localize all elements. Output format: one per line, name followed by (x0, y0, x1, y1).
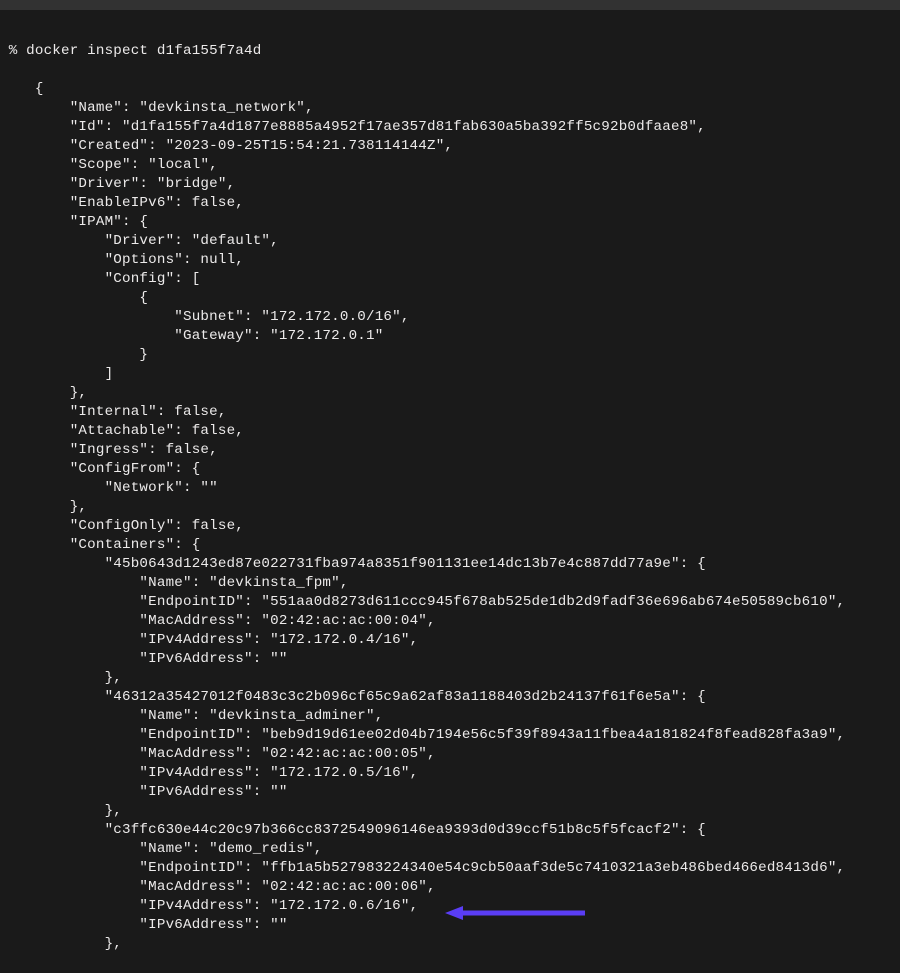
container-3-mac: 02:42:ac:ac:00:06 (270, 879, 418, 895)
container-2-endpoint: beb9d19d61ee02d04b7194e56c5f39f8943a11fb… (270, 727, 828, 743)
network-configonly: false (192, 518, 236, 534)
container-1-ipv4: 172.172.0.4/16 (279, 632, 401, 648)
network-internal: false (174, 404, 218, 420)
network-name: devkinsta_network (148, 100, 296, 116)
network-ingress: false (166, 442, 210, 458)
terminal-output[interactable]: % docker inspect d1fa155f7a4d { "Name": … (0, 24, 900, 959)
window-titlebar (0, 0, 900, 10)
network-attachable: false (192, 423, 236, 439)
prompt-symbol: % (9, 43, 18, 59)
container-2-name: devkinsta_adminer (218, 708, 366, 724)
container-3-name: demo_redis (218, 841, 305, 857)
container-3-id: c3ffc630e44c20c97b366cc8372549096146ea93… (113, 822, 671, 838)
container-2-ipv4: 172.172.0.5/16 (279, 765, 401, 781)
network-scope: local (157, 157, 201, 173)
container-1-name: devkinsta_fpm (218, 575, 331, 591)
network-id: d1fa155f7a4d1877e8885a4952f17ae357d81fab… (131, 119, 689, 135)
ipam-subnet: 172.172.0.0/16 (270, 309, 392, 325)
container-1-id: 45b0643d1243ed87e022731fba974a8351f90113… (113, 556, 671, 572)
ipam-gateway: 172.172.0.1 (279, 328, 375, 344)
container-2-id: 46312a35427012f0483c3c2b096cf65c9a62af83… (113, 689, 671, 705)
container-1-endpoint: 551aa0d8273d611ccc945f678ab525de1db2d9fa… (270, 594, 828, 610)
container-2-mac: 02:42:ac:ac:00:05 (270, 746, 418, 762)
container-3-endpoint: ffb1a5b527983224340e54c9cb50aaf3de5c7410… (270, 860, 828, 876)
network-driver: bridge (166, 176, 218, 192)
container-1-mac: 02:42:ac:ac:00:04 (270, 613, 418, 629)
command-text: docker inspect d1fa155f7a4d (26, 43, 261, 59)
ipam-options: null (200, 252, 235, 268)
network-created: 2023-09-25T15:54:21.738114144Z (174, 138, 435, 154)
container-3-ipv4: 172.172.0.6/16 (279, 898, 401, 914)
network-enableipv6: false (192, 195, 236, 211)
ipam-driver: default (200, 233, 261, 249)
